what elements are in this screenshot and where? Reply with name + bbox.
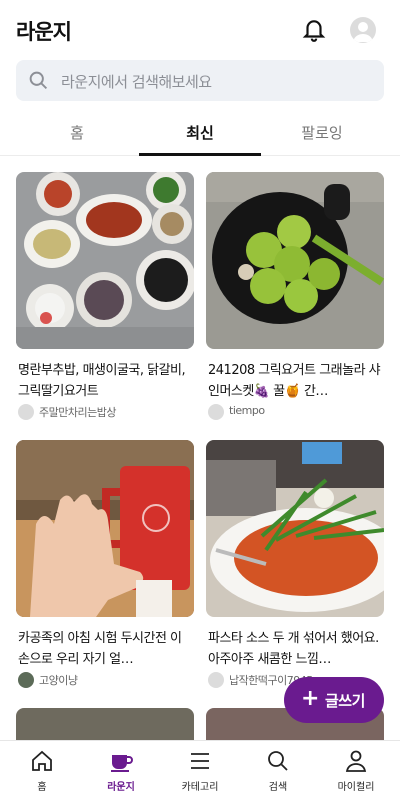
author-avatar [208, 404, 224, 420]
page-title: 라운지 [16, 20, 72, 44]
author-name: 고양이냥 [39, 674, 78, 687]
tab-latest[interactable]: 최신 [139, 122, 261, 143]
nav-label: 검색 [268, 782, 288, 793]
nav-label: 홈 [37, 782, 47, 793]
card-title: 파스타 소스 두 개 섞어서 했어요. 아주아주 새콤한 느낌… [208, 631, 379, 667]
search-icon [29, 71, 48, 90]
nav-my-kurly[interactable]: 마이컬리 [316, 741, 396, 801]
search-icon [268, 751, 288, 771]
nav-label: 카테고리 [181, 782, 219, 793]
author-name: 주말만차리는밥상 [39, 406, 116, 419]
search-input[interactable]: 라운지에서 검색해보세요 [16, 60, 384, 101]
home-icon [32, 750, 52, 771]
feed-tabs: 홈 최신 팔로잉 [0, 108, 400, 156]
active-tab-indicator [139, 153, 261, 156]
nav-label: 라운지 [107, 782, 135, 793]
hand-and-red-cup-photo[interactable] [16, 440, 194, 617]
write-post-button[interactable]: + 글쓰기 [284, 677, 384, 723]
card-title: 명란부추밥, 매생이굴국, 닭갈비, 그릭딸기요거트 [18, 363, 186, 399]
korean-meal-table-photo[interactable] [16, 172, 194, 349]
author-avatar [208, 672, 224, 688]
pasta-plate-photo[interactable] [206, 440, 384, 617]
tab-home[interactable]: 홈 [16, 122, 138, 143]
bottom-navigation: 홈 라운지 카테고리 검색 마이컬리 [0, 740, 400, 801]
menu-icon [191, 753, 209, 769]
write-post-label: 글쓰기 [325, 692, 365, 710]
nav-category[interactable]: 카테고리 [160, 741, 240, 801]
feed-card-thumbnail[interactable] [16, 708, 194, 740]
card-title: 241208 그릭요거트 그래놀라 샤인머스켓🍇 꿀🍯 간… [208, 363, 381, 399]
app-header: 라운지 [0, 0, 400, 60]
shine-muscat-bowl-photo[interactable] [206, 172, 384, 349]
author-avatar [18, 404, 34, 420]
author-avatar [18, 672, 34, 688]
author-name: tiempo [229, 404, 265, 417]
tab-following[interactable]: 팔로잉 [261, 122, 383, 143]
card-title: 카공족의 아침 시험 두시간전 이 손으로 우리 자기 얼… [18, 631, 182, 667]
plus-icon: + [301, 686, 320, 711]
bell-icon[interactable] [301, 17, 327, 43]
search-placeholder: 라운지에서 검색해보세요 [61, 73, 212, 91]
coffee-cup-icon [111, 755, 133, 772]
nav-home[interactable]: 홈 [2, 741, 82, 801]
profile-avatar-icon[interactable] [350, 17, 376, 43]
nav-search[interactable]: 검색 [238, 741, 318, 801]
nav-label: 마이컬리 [337, 782, 375, 793]
nav-lounge[interactable]: 라운지 [81, 741, 161, 801]
person-icon [345, 750, 367, 772]
